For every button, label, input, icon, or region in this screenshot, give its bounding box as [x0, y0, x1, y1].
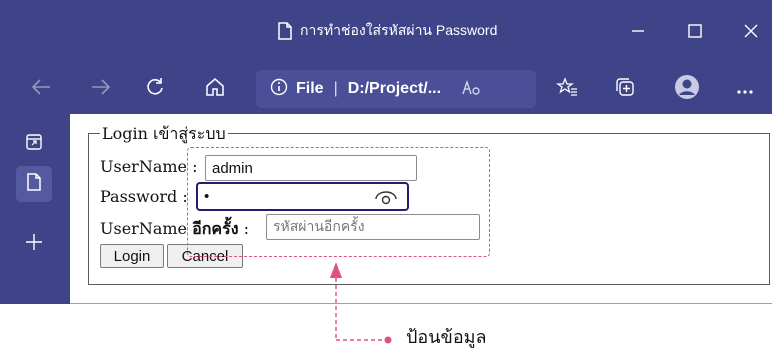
profile-icon — [674, 74, 700, 104]
home-icon — [205, 77, 225, 101]
minimize-button[interactable] — [620, 14, 656, 50]
workspaces-icon — [26, 134, 42, 154]
add-icon — [25, 233, 43, 255]
back-icon — [31, 78, 51, 100]
refresh-button[interactable] — [138, 72, 172, 106]
title-bar: การทำช่องใส่รหัสผ่าน Password — [0, 0, 772, 64]
address-separator: | — [333, 80, 338, 97]
window-title-text: การทำช่องใส่รหัสผ่าน Password — [300, 22, 498, 38]
collections-button[interactable] — [608, 72, 642, 106]
collections-icon — [615, 77, 635, 101]
workspaces-button[interactable] — [16, 126, 52, 162]
refresh-icon — [145, 77, 165, 101]
username-label: UserName : — [100, 157, 198, 176]
home-button[interactable] — [198, 72, 232, 106]
url-text: D:/Project/... — [347, 80, 442, 97]
window-title: การทำช่องใส่รหัสผ่าน Password — [278, 20, 497, 42]
address-bar[interactable]: File | D:/Project/... — [256, 70, 536, 108]
highlight-box — [187, 147, 490, 257]
new-tab-button[interactable] — [16, 226, 52, 262]
maximize-button[interactable] — [677, 14, 713, 50]
scheme-label: File — [296, 80, 324, 97]
tab-icon — [27, 173, 41, 195]
close-icon — [744, 23, 758, 42]
page-divider — [70, 303, 772, 304]
more-icon — [736, 80, 754, 99]
favorites-icon — [556, 77, 578, 101]
document-icon — [278, 22, 292, 40]
annotation-label: ป้อนข้อมูล — [406, 327, 487, 348]
navigation-bar: File | D:/Project/... — [0, 64, 772, 114]
login-legend: Login เข้าสู่ระบบ — [100, 122, 228, 147]
forward-button[interactable] — [84, 72, 118, 106]
minimize-icon — [631, 23, 645, 42]
confirm-label-prefix: UserName — [100, 219, 187, 238]
sidebar — [0, 114, 70, 304]
close-button[interactable] — [733, 14, 769, 50]
back-button[interactable] — [24, 72, 58, 106]
info-icon[interactable] — [270, 78, 288, 101]
forward-icon — [91, 78, 111, 100]
tab-button[interactable] — [16, 166, 52, 202]
more-button[interactable] — [728, 72, 762, 106]
login-button[interactable]: Login — [100, 244, 164, 268]
password-label: Password : — [100, 187, 188, 206]
favorites-button[interactable] — [550, 72, 584, 106]
read-aloud-icon[interactable] — [461, 78, 481, 101]
maximize-icon — [688, 23, 702, 42]
profile-button[interactable] — [670, 72, 704, 106]
